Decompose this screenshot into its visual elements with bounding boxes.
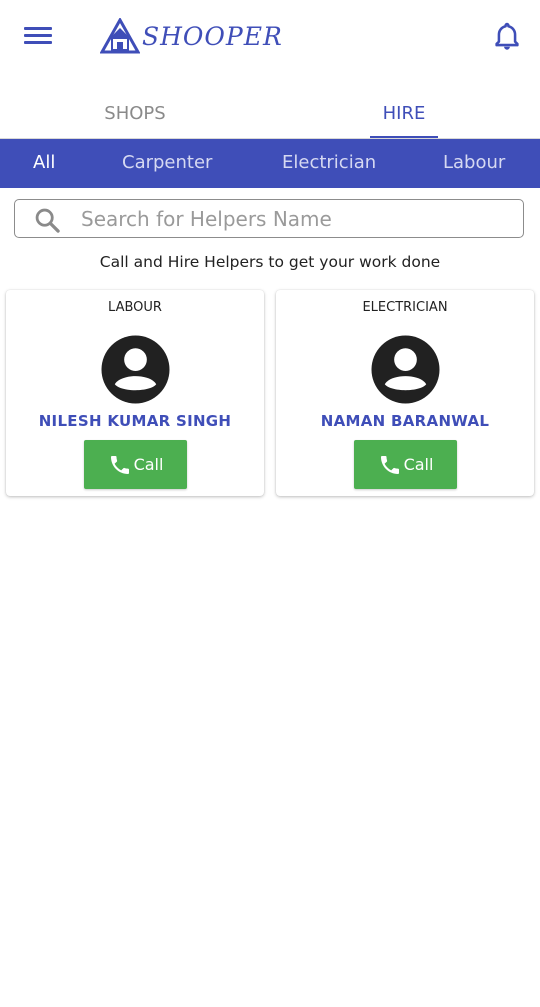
app-header: SHOOPER	[0, 0, 540, 75]
bell-icon[interactable]	[493, 22, 521, 52]
phone-icon	[110, 455, 129, 474]
call-button[interactable]: Call	[354, 440, 457, 489]
call-button-label: Call	[133, 455, 164, 474]
search-icon	[35, 208, 60, 233]
call-button-label: Call	[403, 455, 434, 474]
category-all[interactable]: All	[33, 139, 55, 188]
category-carpenter[interactable]: Carpenter	[122, 139, 212, 188]
helper-category: ELECTRICIAN	[362, 300, 448, 315]
search-input[interactable]	[79, 203, 513, 235]
helper-category: LABOUR	[108, 300, 162, 315]
person-icon	[371, 335, 440, 404]
helper-card: ELECTRICIAN NAMAN BARANWAL Call	[276, 290, 534, 496]
main-tab-bar: SHOPS HIRE	[0, 90, 540, 139]
app-logo: SHOOPER	[100, 16, 283, 56]
app-name: SHOOPER	[142, 21, 283, 51]
house-logo-icon	[100, 18, 140, 54]
category-labour[interactable]: Labour	[443, 139, 505, 188]
helper-name: NAMAN BARANWAL	[320, 412, 490, 430]
search-box	[14, 199, 524, 238]
category-bar: All Carpenter Electrician Labour	[0, 139, 540, 188]
tab-shops[interactable]: SHOPS	[70, 90, 200, 138]
helper-name: NILESH KUMAR SINGH	[38, 412, 232, 430]
helper-card: LABOUR NILESH KUMAR SINGH Call	[6, 290, 264, 496]
tab-hire[interactable]: HIRE	[370, 90, 438, 138]
person-icon	[101, 335, 170, 404]
hamburger-menu-icon[interactable]	[24, 24, 52, 48]
category-electrician[interactable]: Electrician	[282, 139, 376, 188]
hire-tagline: Call and Hire Helpers to get your work d…	[99, 253, 441, 271]
phone-icon	[380, 455, 399, 474]
call-button[interactable]: Call	[84, 440, 187, 489]
